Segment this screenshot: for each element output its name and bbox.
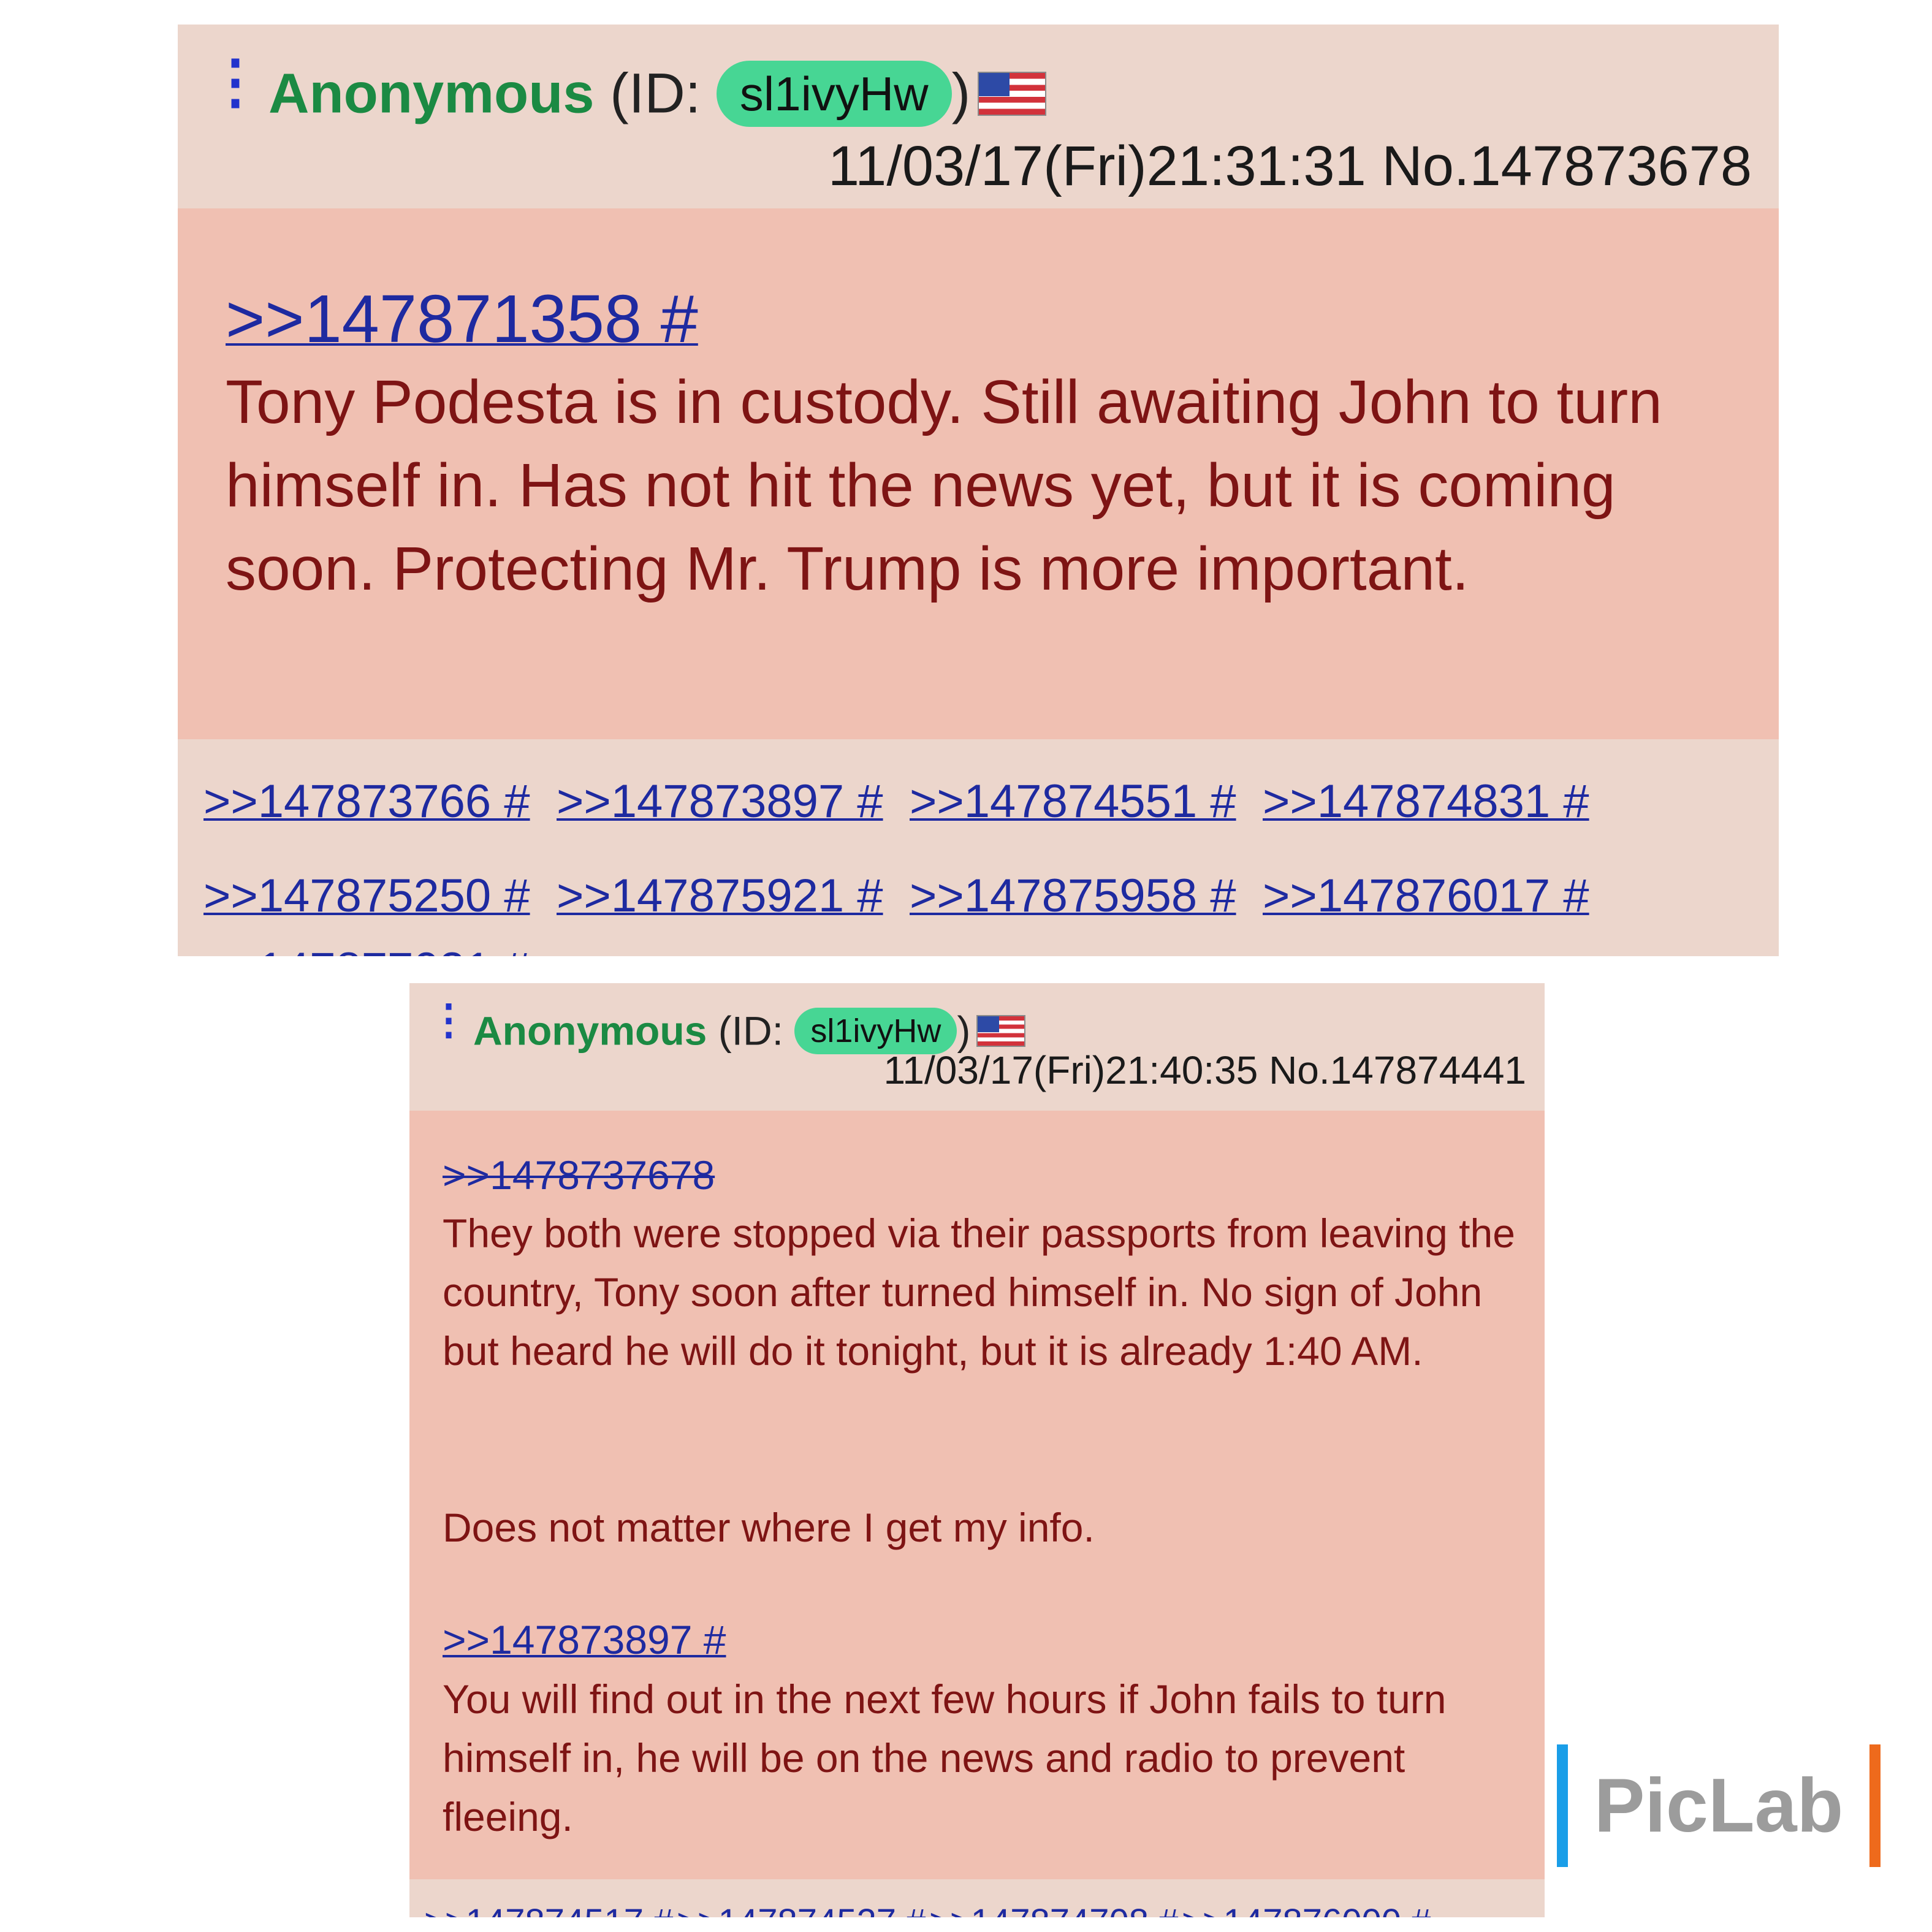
vertical-dots-icon[interactable]: ⋮ <box>206 53 265 112</box>
reply-link[interactable]: >>147874831 # <box>1263 771 1589 832</box>
post-text-3: You will find out in the next few hours … <box>443 1676 1447 1839</box>
reply-link[interactable]: >>147874527 # <box>677 1898 926 1917</box>
piclab-watermark: PicLab <box>1557 1744 1881 1867</box>
id-prefix: (ID: <box>718 1008 795 1054</box>
reply-link[interactable]: >>147874517 # <box>424 1898 673 1917</box>
quote-link-struck[interactable]: >>1478737678 <box>443 1147 715 1203</box>
us-flag-icon <box>976 1014 1026 1047</box>
vertical-dots-icon[interactable]: ⋮ <box>428 999 470 1041</box>
id-suffix: ) <box>951 62 971 125</box>
reply-link[interactable]: >>147873897 # <box>557 771 883 832</box>
post-card-1: ⋮ Anonymous (ID: sl1ivyHw) 11/03/17(Fri)… <box>178 25 1779 956</box>
watermark-text: PicLab <box>1594 1763 1844 1848</box>
reply-links: >>147873766 # >>147873897 # >>147874551 … <box>178 739 1779 956</box>
reply-link[interactable]: >>147877031 # <box>203 939 530 956</box>
quote-link-2[interactable]: >>147873897 # <box>443 1612 726 1667</box>
us-flag-icon <box>978 71 1047 116</box>
post-date-number: 11/03/17(Fri)21:31:31 No.147873678 <box>828 132 1752 200</box>
post-text: Tony Podesta is in custody. Still awaiti… <box>226 368 1662 603</box>
post-text-1: They both were stopped via their passpor… <box>443 1211 1515 1374</box>
reply-link[interactable]: >>147874708 # <box>929 1898 1178 1917</box>
post-datetime: 11/03/17(Fri)21:40:35 <box>883 1048 1258 1092</box>
reply-link[interactable]: >>147876017 # <box>1263 865 1589 927</box>
author-name: Anonymous <box>473 1008 707 1054</box>
reply-link[interactable]: >>147875250 # <box>203 865 530 927</box>
post-header: ⋮ Anonymous (ID: sl1ivyHw) 11/03/17(Fri)… <box>409 983 1545 1111</box>
post-body: >>147871358 # Tony Podesta is in custody… <box>178 208 1779 739</box>
author-name: Anonymous <box>268 62 595 125</box>
post-body: >>1478737678 They both were stopped via … <box>409 1111 1545 1879</box>
poster-id-badge[interactable]: sl1ivyHw <box>716 60 952 127</box>
id-prefix: (ID: <box>610 62 717 125</box>
post-number[interactable]: No.147873678 <box>1382 135 1752 197</box>
post-text-2: Does not matter where I get my info. <box>443 1505 1095 1550</box>
post-datetime: 11/03/17(Fri)21:31:31 <box>827 135 1366 197</box>
reply-link[interactable]: >>147873766 # <box>203 771 530 832</box>
post-date-number: 11/03/17(Fri)21:40:35 No.147874441 <box>884 1044 1526 1096</box>
post-number[interactable]: No.147874441 <box>1269 1048 1526 1092</box>
quote-link[interactable]: >>147871358 # <box>226 280 698 359</box>
post-author-line: Anonymous (ID: sl1ivyHw) <box>268 47 1047 132</box>
post-card-2: ⋮ Anonymous (ID: sl1ivyHw) 11/03/17(Fri)… <box>409 983 1545 1917</box>
reply-link[interactable]: >>147876000 # <box>1182 1898 1431 1917</box>
reply-links: >>147874517 # >>147874527 # >>147874708 … <box>409 1879 1545 1917</box>
reply-link[interactable]: >>147875958 # <box>910 865 1236 927</box>
post-header: ⋮ Anonymous (ID: sl1ivyHw) 11/03/17(Fri)… <box>178 25 1779 207</box>
reply-link[interactable]: >>147874551 # <box>910 771 1236 832</box>
reply-link[interactable]: >>147875921 # <box>557 865 883 927</box>
